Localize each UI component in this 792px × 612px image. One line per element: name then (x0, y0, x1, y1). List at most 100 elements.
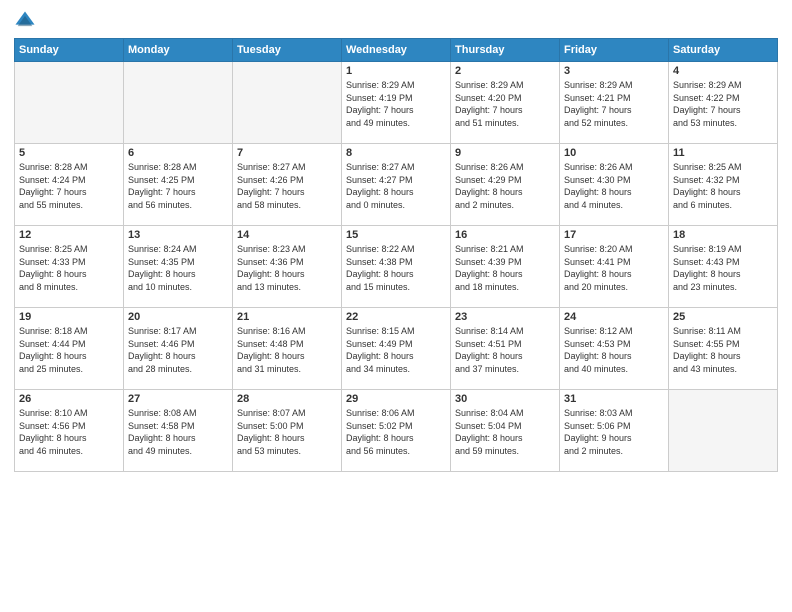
calendar-cell: 20Sunrise: 8:17 AM Sunset: 4:46 PM Dayli… (124, 308, 233, 390)
calendar-cell: 11 Sunrise: 8:25 AM Sunset: 4:32 PM Dayli… (669, 144, 778, 226)
calendar-week: 12 Sunrise: 8:25 AM Sunset: 4:33 PM Dayli… (15, 226, 778, 308)
day-info: Sunrise: 8:28 AM Sunset: 4:24 PM Dayligh… (19, 161, 119, 211)
calendar-cell (233, 62, 342, 144)
day-number: 30 (455, 393, 555, 405)
calendar-cell (15, 62, 124, 144)
day-info: Sunrise: 8:26 AM Sunset: 4:30 PM Dayligh… (564, 161, 664, 211)
day-info: Sunrise: 8:29 AM Sunset: 4:22 PM Dayligh… (673, 79, 773, 129)
calendar-cell: 16 Sunrise: 8:21 AM Sunset: 4:39 PM Dayli… (451, 226, 560, 308)
day-info: Sunrise: 8:07 AM Sunset: 5:00 PM Dayligh… (237, 407, 337, 457)
day-info: Sunrise: 8:15 AM Sunset: 4:49 PM Dayligh… (346, 325, 446, 375)
calendar-cell: 17 Sunrise: 8:20 AM Sunset: 4:41 PM Dayli… (560, 226, 669, 308)
day-number: 19 (19, 311, 119, 323)
day-info: Sunrise: 8:14 AM Sunset: 4:51 PM Dayligh… (455, 325, 555, 375)
calendar-cell: 26 Sunrise: 8:10 AM Sunset: 4:56 PM Dayli… (15, 390, 124, 472)
day-number: 13 (128, 229, 228, 241)
day-number: 26 (19, 393, 119, 405)
day-info: Sunrise: 8:25 AM Sunset: 4:33 PM Dayligh… (19, 243, 119, 293)
day-info: Sunrise: 8:11 AM Sunset: 4:55 PM Dayligh… (673, 325, 773, 375)
day-info: Sunrise: 8:21 AM Sunset: 4:39 PM Dayligh… (455, 243, 555, 293)
calendar-cell: 1Sunrise: 8:29 AM Sunset: 4:19 PM Daylig… (342, 62, 451, 144)
day-number: 12 (19, 229, 119, 241)
day-info: Sunrise: 8:27 AM Sunset: 4:26 PM Dayligh… (237, 161, 337, 211)
day-number: 29 (346, 393, 446, 405)
calendar-cell: 28Sunrise: 8:07 AM Sunset: 5:00 PM Dayli… (233, 390, 342, 472)
day-number: 10 (564, 147, 664, 159)
header (14, 10, 778, 32)
day-number: 31 (564, 393, 664, 405)
day-header: Friday (560, 39, 669, 62)
day-info: Sunrise: 8:17 AM Sunset: 4:46 PM Dayligh… (128, 325, 228, 375)
calendar-week: 5 Sunrise: 8:28 AM Sunset: 4:24 PM Daylig… (15, 144, 778, 226)
calendar-cell: 30 Sunrise: 8:04 AM Sunset: 5:04 PM Dayli… (451, 390, 560, 472)
calendar-cell: 24 Sunrise: 8:12 AM Sunset: 4:53 PM Dayli… (560, 308, 669, 390)
day-number: 14 (237, 229, 337, 241)
day-info: Sunrise: 8:24 AM Sunset: 4:35 PM Dayligh… (128, 243, 228, 293)
day-number: 8 (346, 147, 446, 159)
day-info: Sunrise: 8:27 AM Sunset: 4:27 PM Dayligh… (346, 161, 446, 211)
day-number: 24 (564, 311, 664, 323)
day-info: Sunrise: 8:08 AM Sunset: 4:58 PM Dayligh… (128, 407, 228, 457)
day-info: Sunrise: 8:22 AM Sunset: 4:38 PM Dayligh… (346, 243, 446, 293)
day-header: Monday (124, 39, 233, 62)
calendar-week: 26 Sunrise: 8:10 AM Sunset: 4:56 PM Dayli… (15, 390, 778, 472)
calendar-cell: 10 Sunrise: 8:26 AM Sunset: 4:30 PM Dayli… (560, 144, 669, 226)
day-info: Sunrise: 8:29 AM Sunset: 4:20 PM Dayligh… (455, 79, 555, 129)
day-info: Sunrise: 8:18 AM Sunset: 4:44 PM Dayligh… (19, 325, 119, 375)
day-number: 18 (673, 229, 773, 241)
day-number: 4 (673, 65, 773, 77)
day-number: 21 (237, 311, 337, 323)
calendar-cell (124, 62, 233, 144)
calendar-cell: 22 Sunrise: 8:15 AM Sunset: 4:49 PM Dayli… (342, 308, 451, 390)
day-number: 7 (237, 147, 337, 159)
day-number: 2 (455, 65, 555, 77)
calendar-cell: 5 Sunrise: 8:28 AM Sunset: 4:24 PM Daylig… (15, 144, 124, 226)
day-header: Tuesday (233, 39, 342, 62)
day-info: Sunrise: 8:26 AM Sunset: 4:29 PM Dayligh… (455, 161, 555, 211)
calendar-cell: 15 Sunrise: 8:22 AM Sunset: 4:38 PM Dayli… (342, 226, 451, 308)
calendar-cell: 3 Sunrise: 8:29 AM Sunset: 4:21 PM Daylig… (560, 62, 669, 144)
day-header: Saturday (669, 39, 778, 62)
day-info: Sunrise: 8:20 AM Sunset: 4:41 PM Dayligh… (564, 243, 664, 293)
calendar-week: 1Sunrise: 8:29 AM Sunset: 4:19 PM Daylig… (15, 62, 778, 144)
page: SundayMondayTuesdayWednesdayThursdayFrid… (0, 0, 792, 612)
day-info: Sunrise: 8:04 AM Sunset: 5:04 PM Dayligh… (455, 407, 555, 457)
day-number: 5 (19, 147, 119, 159)
logo (14, 10, 40, 32)
day-number: 22 (346, 311, 446, 323)
day-header: Sunday (15, 39, 124, 62)
logo-icon (14, 10, 36, 32)
calendar-cell: 29Sunrise: 8:06 AM Sunset: 5:02 PM Dayli… (342, 390, 451, 472)
calendar-cell: 21 Sunrise: 8:16 AM Sunset: 4:48 PM Dayli… (233, 308, 342, 390)
day-number: 17 (564, 229, 664, 241)
day-info: Sunrise: 8:16 AM Sunset: 4:48 PM Dayligh… (237, 325, 337, 375)
calendar-cell: 23 Sunrise: 8:14 AM Sunset: 4:51 PM Dayli… (451, 308, 560, 390)
day-number: 9 (455, 147, 555, 159)
header-row: SundayMondayTuesdayWednesdayThursdayFrid… (15, 39, 778, 62)
day-number: 11 (673, 147, 773, 159)
day-number: 27 (128, 393, 228, 405)
day-number: 25 (673, 311, 773, 323)
day-info: Sunrise: 8:25 AM Sunset: 4:32 PM Dayligh… (673, 161, 773, 211)
calendar-cell: 18Sunrise: 8:19 AM Sunset: 4:43 PM Dayli… (669, 226, 778, 308)
day-info: Sunrise: 8:03 AM Sunset: 5:06 PM Dayligh… (564, 407, 664, 457)
day-number: 16 (455, 229, 555, 241)
calendar-cell: 27 Sunrise: 8:08 AM Sunset: 4:58 PM Dayli… (124, 390, 233, 472)
day-info: Sunrise: 8:29 AM Sunset: 4:21 PM Dayligh… (564, 79, 664, 129)
day-info: Sunrise: 8:29 AM Sunset: 4:19 PM Dayligh… (346, 79, 446, 129)
calendar-cell: 12 Sunrise: 8:25 AM Sunset: 4:33 PM Dayli… (15, 226, 124, 308)
day-info: Sunrise: 8:10 AM Sunset: 4:56 PM Dayligh… (19, 407, 119, 457)
calendar-cell: 8 Sunrise: 8:27 AM Sunset: 4:27 PM Daylig… (342, 144, 451, 226)
day-number: 15 (346, 229, 446, 241)
calendar-table: SundayMondayTuesdayWednesdayThursdayFrid… (14, 38, 778, 472)
calendar-cell: 4 Sunrise: 8:29 AM Sunset: 4:22 PM Daylig… (669, 62, 778, 144)
day-header: Wednesday (342, 39, 451, 62)
calendar-cell: 13 Sunrise: 8:24 AM Sunset: 4:35 PM Dayli… (124, 226, 233, 308)
calendar-cell: 2 Sunrise: 8:29 AM Sunset: 4:20 PM Daylig… (451, 62, 560, 144)
day-info: Sunrise: 8:28 AM Sunset: 4:25 PM Dayligh… (128, 161, 228, 211)
day-number: 6 (128, 147, 228, 159)
day-number: 23 (455, 311, 555, 323)
day-info: Sunrise: 8:12 AM Sunset: 4:53 PM Dayligh… (564, 325, 664, 375)
day-number: 3 (564, 65, 664, 77)
calendar-cell: 7 Sunrise: 8:27 AM Sunset: 4:26 PM Daylig… (233, 144, 342, 226)
